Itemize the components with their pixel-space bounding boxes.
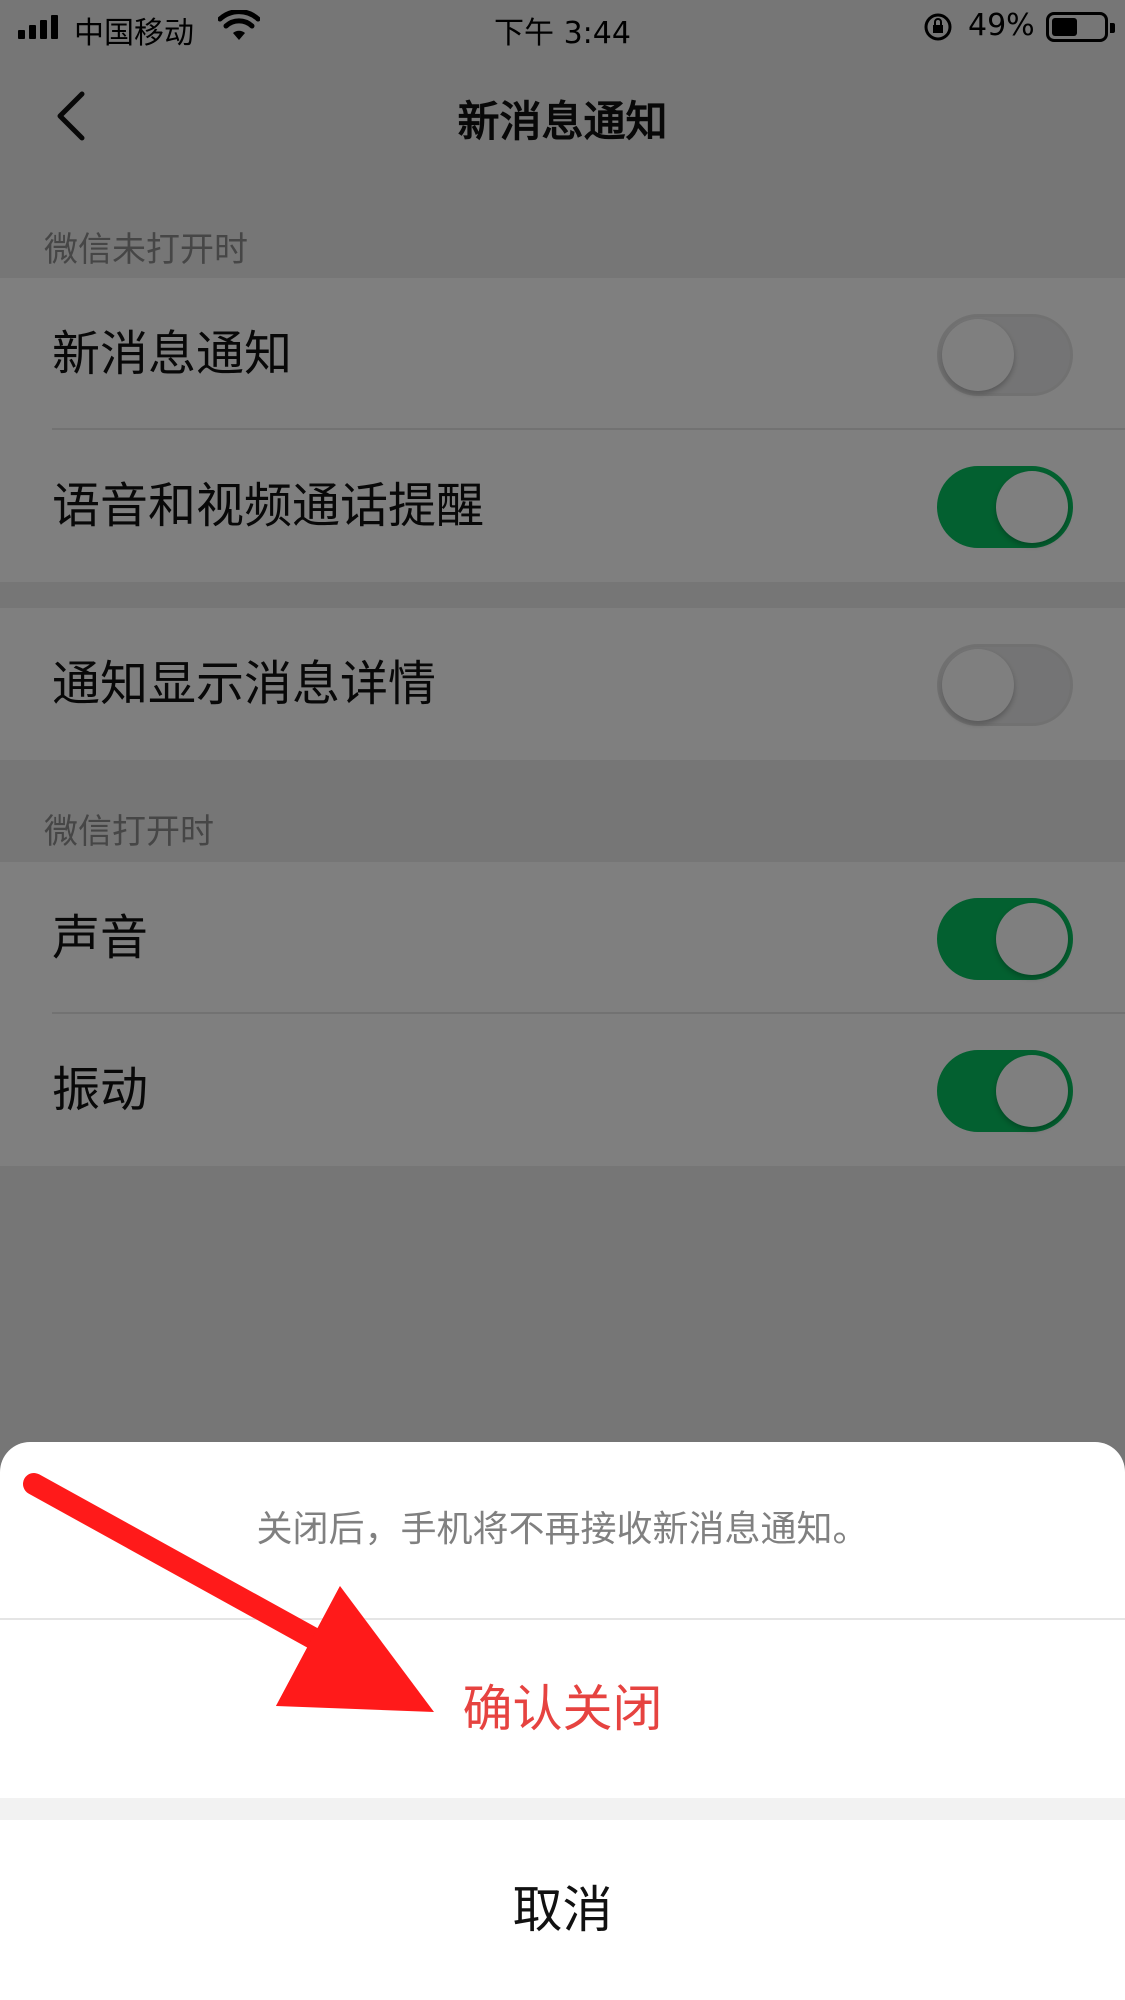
cancel-button[interactable]: 取消 xyxy=(0,1820,1125,2000)
red-arrow-annotation-icon xyxy=(23,1473,434,1712)
screen: 中国移动 下午 3:44 49% 新消息通知 微信未打开时 新消息通知 xyxy=(0,0,1125,2000)
sheet-gap xyxy=(0,1798,1125,1820)
